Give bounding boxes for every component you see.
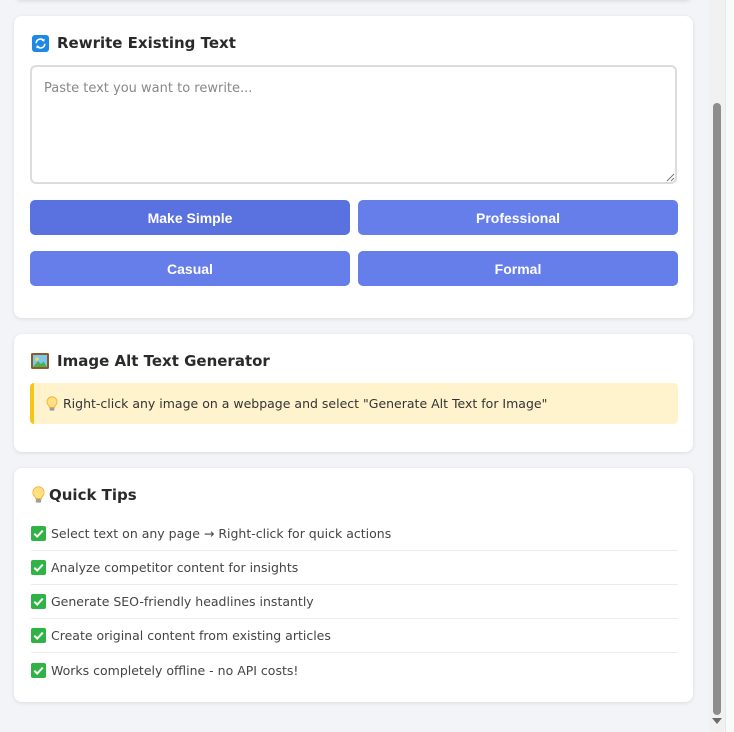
lightbulb-icon — [31, 486, 45, 504]
vertical-scrollbar[interactable] — [709, 0, 725, 732]
quick-tips-title-text: Quick Tips — [49, 486, 137, 504]
alt-text-title-text: Image Alt Text Generator — [57, 352, 270, 370]
scrollbar-thumb[interactable] — [713, 103, 721, 715]
list-item: Select text on any page → Right-click fo… — [31, 517, 678, 551]
check-mark-icon — [31, 594, 46, 609]
tip-text: Select text on any page → Right-click fo… — [51, 526, 392, 541]
check-mark-icon — [31, 526, 46, 541]
alt-text-hint: Right-click any image on a webpage and s… — [30, 383, 678, 424]
tip-text: Analyze competitor content for insights — [51, 560, 299, 575]
list-item: Analyze competitor content for insights — [31, 551, 678, 585]
make-simple-button[interactable]: Make Simple — [30, 200, 350, 235]
formal-button[interactable]: Formal — [358, 251, 678, 286]
list-item: Generate SEO-friendly headlines instantl… — [31, 585, 678, 619]
list-item: Create original content from existing ar… — [31, 619, 678, 653]
rewrite-section-title: Rewrite Existing Text — [31, 34, 236, 52]
list-item: Works completely offline - no API costs! — [31, 653, 678, 687]
rewrite-title-text: Rewrite Existing Text — [57, 34, 236, 52]
casual-button[interactable]: Casual — [30, 251, 350, 286]
tip-text: Works completely offline - no API costs! — [51, 662, 299, 678]
lightbulb-icon — [45, 395, 59, 412]
alt-text-section: Image Alt Text Generator Right-click any… — [14, 334, 693, 452]
refresh-icon — [31, 34, 49, 52]
tip-text: Create original content from existing ar… — [51, 628, 331, 643]
quick-tips-title: Quick Tips — [31, 486, 137, 504]
professional-button[interactable]: Professional — [358, 200, 678, 235]
rewrite-input[interactable] — [30, 65, 677, 184]
check-mark-icon — [31, 560, 46, 575]
scroll-down-arrow-icon[interactable] — [712, 718, 722, 724]
window-edge — [725, 0, 734, 732]
quick-tips-section: Quick Tips Select text on any page → Rig… — [14, 468, 693, 702]
rewrite-section: Rewrite Existing Text Make Simple Profes… — [14, 16, 693, 318]
tip-text: Generate SEO-friendly headlines instantl… — [51, 594, 314, 609]
framed-picture-icon — [31, 352, 49, 370]
check-mark-icon — [31, 662, 46, 678]
resize-grip-icon[interactable] — [666, 173, 675, 182]
tips-list: Select text on any page → Right-click fo… — [31, 517, 678, 687]
alt-text-section-title: Image Alt Text Generator — [31, 352, 270, 370]
check-mark-icon — [31, 628, 46, 643]
alt-text-hint-text: Right-click any image on a webpage and s… — [63, 396, 548, 411]
